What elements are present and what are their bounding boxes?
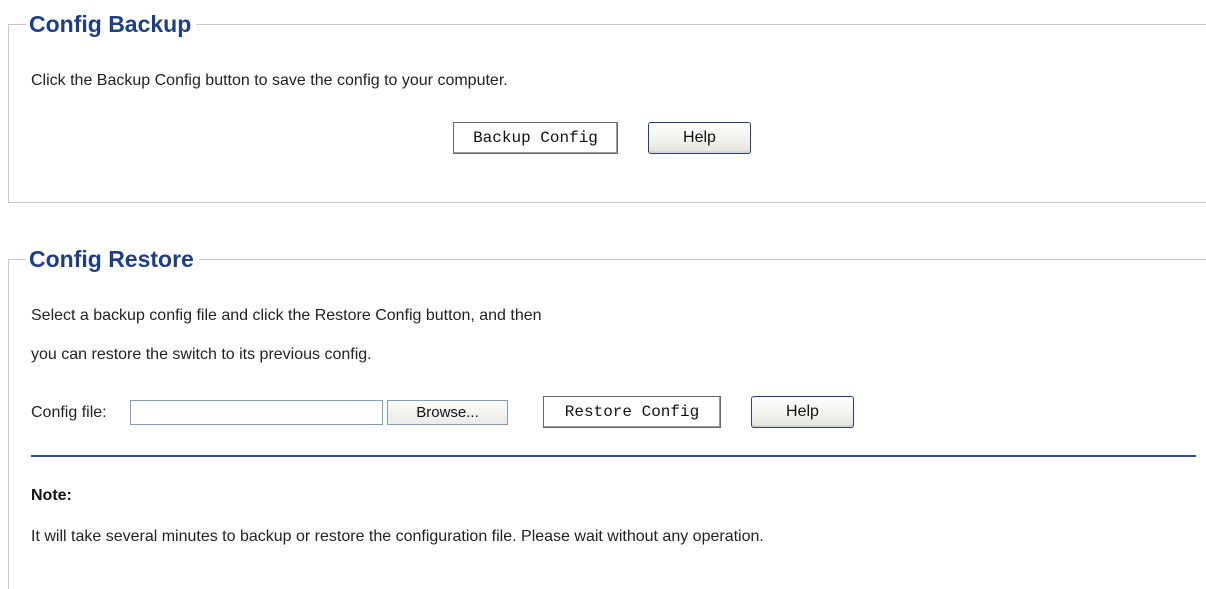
- restore-config-button[interactable]: Restore Config: [543, 396, 721, 428]
- backup-help-button[interactable]: Help: [648, 122, 751, 154]
- note-title: Note:: [31, 487, 72, 504]
- restore-description-line2: you can restore the switch to its previo…: [31, 346, 372, 363]
- config-file-input[interactable]: [130, 400, 383, 425]
- backup-description: Click the Backup Config button to save t…: [31, 72, 508, 89]
- note-text: It will take several minutes to backup o…: [31, 528, 764, 545]
- config-backup-title: Config Backup: [26, 8, 197, 40]
- section-divider: [31, 455, 1196, 457]
- page: Config Backup Click the Backup Config bu…: [0, 0, 1206, 589]
- config-backup-section: Config Backup: [8, 8, 1206, 203]
- browse-button[interactable]: Browse...: [387, 400, 508, 425]
- backup-config-button[interactable]: Backup Config: [453, 122, 618, 154]
- restore-description-line1: Select a backup config file and click th…: [31, 307, 542, 324]
- config-restore-title: Config Restore: [26, 243, 199, 275]
- restore-help-button[interactable]: Help: [751, 396, 854, 428]
- config-file-label: Config file:: [31, 404, 107, 421]
